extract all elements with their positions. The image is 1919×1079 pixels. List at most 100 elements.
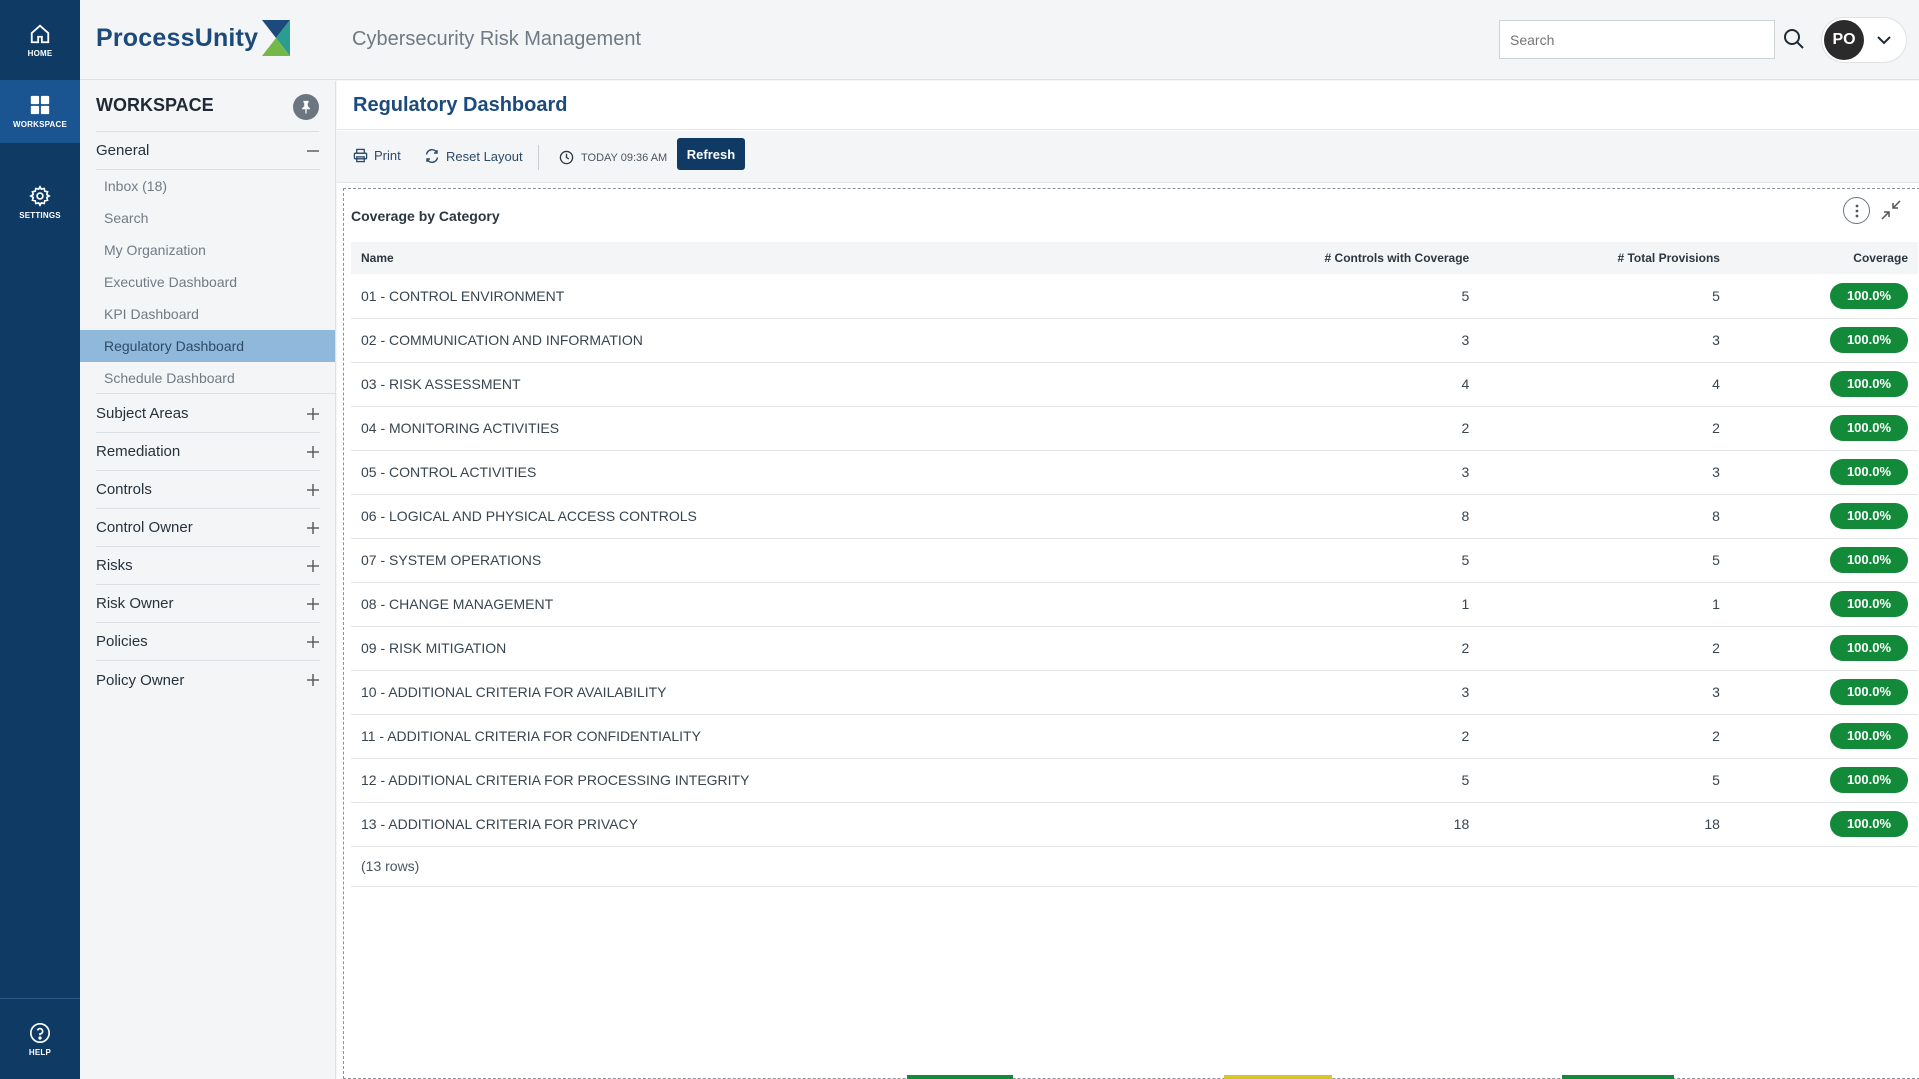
cell-name[interactable]: 07 - SYSTEM OPERATIONS bbox=[351, 538, 1213, 582]
refresh-button[interactable]: Refresh bbox=[677, 138, 745, 170]
group-label: Controls bbox=[96, 481, 152, 498]
collapse-icon bbox=[1881, 200, 1901, 220]
group-label: Control Owner bbox=[96, 519, 193, 536]
cell-name[interactable]: 08 - CHANGE MANAGEMENT bbox=[351, 582, 1213, 626]
coverage-badge: 100.0% bbox=[1830, 547, 1908, 573]
rail-home[interactable]: HOME bbox=[0, 0, 80, 80]
group-policies[interactable]: Policies bbox=[96, 623, 320, 661]
sidebar-item-inbox[interactable]: Inbox (18) bbox=[80, 170, 335, 202]
plus-icon[interactable] bbox=[306, 673, 320, 687]
help-icon bbox=[30, 1022, 50, 1043]
column-header-controls[interactable]: # Controls with Coverage bbox=[1213, 242, 1479, 274]
sidebar-item-regulatory-dashboard[interactable]: Regulatory Dashboard bbox=[80, 330, 335, 362]
search-field[interactable] bbox=[1499, 20, 1775, 59]
plus-icon[interactable] bbox=[306, 635, 320, 649]
gear-icon bbox=[29, 184, 51, 207]
sidebar-item-executive-dashboard[interactable]: Executive Dashboard bbox=[80, 266, 335, 298]
chevron-down-icon bbox=[1877, 36, 1891, 45]
cell-name[interactable]: 13 - ADDITIONAL CRITERIA FOR PRIVACY bbox=[351, 802, 1213, 846]
table-row[interactable]: 05 - CONTROL ACTIVITIES 3 3 100.0% bbox=[351, 450, 1918, 494]
logo-mark-icon bbox=[262, 20, 291, 56]
plus-icon[interactable] bbox=[306, 597, 320, 611]
cell-name[interactable]: 10 - ADDITIONAL CRITERIA FOR AVAILABILIT… bbox=[351, 670, 1213, 714]
table-row[interactable]: 10 - ADDITIONAL CRITERIA FOR AVAILABILIT… bbox=[351, 670, 1918, 714]
cell-name[interactable]: 01 - CONTROL ENVIRONMENT bbox=[351, 274, 1213, 318]
plus-icon[interactable] bbox=[306, 559, 320, 573]
cell-coverage: 100.0% bbox=[1730, 582, 1918, 626]
cell-name[interactable]: 11 - ADDITIONAL CRITERIA FOR CONFIDENTIA… bbox=[351, 714, 1213, 758]
cell-name[interactable]: 03 - RISK ASSESSMENT bbox=[351, 362, 1213, 406]
logo[interactable]: ProcessUnity bbox=[96, 20, 292, 56]
table-row[interactable]: 03 - RISK ASSESSMENT 4 4 100.0% bbox=[351, 362, 1918, 406]
print-label: Print bbox=[374, 148, 401, 163]
sidebar-item-my-organization[interactable]: My Organization bbox=[80, 234, 335, 266]
reset-layout-button[interactable]: Reset Layout bbox=[424, 148, 523, 164]
cell-coverage: 100.0% bbox=[1730, 494, 1918, 538]
coverage-badge: 100.0% bbox=[1830, 723, 1908, 749]
kebab-icon bbox=[1855, 204, 1858, 217]
cell-controls: 5 bbox=[1461, 287, 1470, 304]
table-row[interactable]: 07 - SYSTEM OPERATIONS 5 5 100.0% bbox=[351, 538, 1918, 582]
cell-name[interactable]: 06 - LOGICAL AND PHYSICAL ACCESS CONTROL… bbox=[351, 494, 1213, 538]
table-row[interactable]: 12 - ADDITIONAL CRITERIA FOR PROCESSING … bbox=[351, 758, 1918, 802]
cell-controls: 4 bbox=[1461, 376, 1470, 392]
widget-edge-yellow bbox=[1224, 1075, 1332, 1079]
column-header-coverage[interactable]: Coverage bbox=[1730, 242, 1918, 274]
group-policy-owner[interactable]: Policy Owner bbox=[96, 661, 320, 699]
pin-icon bbox=[302, 100, 310, 114]
panel-collapse-button[interactable] bbox=[1880, 199, 1904, 223]
group-general[interactable]: General bbox=[96, 132, 320, 170]
plus-icon[interactable] bbox=[306, 483, 320, 497]
group-control-owner[interactable]: Control Owner bbox=[96, 509, 320, 547]
sidebar-item-kpi-dashboard[interactable]: KPI Dashboard bbox=[80, 298, 335, 330]
cell-controls: 18 bbox=[1453, 816, 1470, 832]
group-subject-areas[interactable]: Subject Areas bbox=[96, 395, 320, 433]
group-controls[interactable]: Controls bbox=[96, 471, 320, 509]
left-rail: HOME WORKSPACE SETTINGS HELP bbox=[0, 0, 80, 1079]
table-row[interactable]: 06 - LOGICAL AND PHYSICAL ACCESS CONTROL… bbox=[351, 494, 1918, 538]
group-remediation[interactable]: Remediation bbox=[96, 433, 320, 471]
table-row[interactable]: 01 - CONTROL ENVIRONMENT 5 5 100.0% bbox=[351, 274, 1918, 318]
group-label: Remediation bbox=[96, 443, 181, 460]
user-menu[interactable]: PO bbox=[1821, 17, 1907, 63]
group-label: Risk Owner bbox=[96, 595, 174, 612]
pin-button[interactable] bbox=[293, 94, 319, 120]
cell-name[interactable]: 05 - CONTROL ACTIVITIES bbox=[351, 450, 1213, 494]
panel-menu-button[interactable] bbox=[1843, 197, 1870, 224]
table-row[interactable]: 04 - MONITORING ACTIVITIES 2 2 100.0% bbox=[351, 406, 1918, 450]
table-row[interactable]: 09 - RISK MITIGATION 2 2 100.0% bbox=[351, 626, 1918, 670]
rail-help[interactable]: HELP bbox=[0, 998, 80, 1079]
plus-icon[interactable] bbox=[306, 407, 320, 421]
cell-coverage: 100.0% bbox=[1730, 406, 1918, 450]
column-header-name[interactable]: Name bbox=[351, 242, 1213, 274]
column-header-provisions[interactable]: # Total Provisions bbox=[1479, 242, 1730, 274]
cell-provisions: 3 bbox=[1712, 332, 1720, 348]
group-risk-owner[interactable]: Risk Owner bbox=[96, 585, 320, 623]
table-row[interactable]: 13 - ADDITIONAL CRITERIA FOR PRIVACY 18 18… bbox=[351, 802, 1918, 846]
print-button[interactable]: Print bbox=[353, 148, 401, 163]
search-input[interactable] bbox=[1500, 21, 1774, 58]
timestamp-text: TODAY 09:36 AM bbox=[581, 151, 668, 164]
cell-coverage: 100.0% bbox=[1730, 274, 1918, 318]
cell-name[interactable]: 04 - MONITORING ACTIVITIES bbox=[351, 406, 1213, 450]
minus-icon[interactable] bbox=[306, 144, 320, 158]
sidebar-title: WORKSPACE bbox=[96, 95, 214, 115]
sidebar-item-schedule-dashboard[interactable]: Schedule Dashboard bbox=[96, 362, 336, 394]
table-body: 01 - CONTROL ENVIRONMENT 5 5 100.0% 02 - COM… bbox=[351, 274, 1918, 846]
cell-name[interactable]: 12 - ADDITIONAL CRITERIA FOR PROCESSING … bbox=[351, 758, 1213, 802]
sidebar-item-search[interactable]: Search bbox=[80, 202, 335, 234]
search-button[interactable] bbox=[1782, 27, 1806, 51]
coverage-badge: 100.0% bbox=[1830, 635, 1908, 661]
plus-icon[interactable] bbox=[306, 521, 320, 535]
cell-provisions: 1 bbox=[1712, 596, 1720, 612]
cell-name[interactable]: 09 - RISK MITIGATION bbox=[351, 626, 1213, 670]
plus-icon[interactable] bbox=[306, 445, 320, 459]
cell-name[interactable]: 02 - COMMUNICATION AND INFORMATION bbox=[351, 318, 1213, 362]
table-row[interactable]: 08 - CHANGE MANAGEMENT 1 1 100.0% bbox=[351, 582, 1918, 626]
coverage-badge: 100.0% bbox=[1830, 415, 1908, 441]
rail-workspace[interactable]: WORKSPACE bbox=[0, 80, 80, 143]
group-risks[interactable]: Risks bbox=[96, 547, 320, 585]
rail-settings[interactable]: SETTINGS bbox=[0, 172, 80, 232]
table-row[interactable]: 11 - ADDITIONAL CRITERIA FOR CONFIDENTIA… bbox=[351, 714, 1918, 758]
table-row[interactable]: 02 - COMMUNICATION AND INFORMATION 3 3 100.… bbox=[351, 318, 1918, 362]
